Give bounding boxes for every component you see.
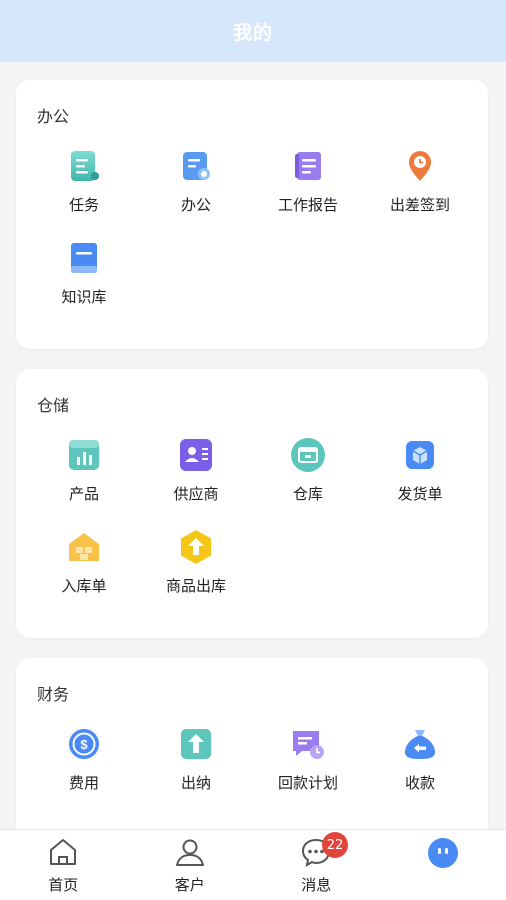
office-section: 办公 任务 办公 工作报告 出差签到 知识库 (16, 80, 488, 349)
finance-item-label: 费用 (68, 774, 99, 792)
office-section-title: 办公 (37, 107, 70, 126)
tab-label: 客户 (174, 876, 205, 894)
finance-item-collection[interactable]: 收款 (364, 726, 476, 818)
cashier-icon (178, 726, 214, 762)
office-item-task[interactable]: 任务 (28, 148, 140, 240)
finance-item-label: 回款计划 (277, 774, 338, 792)
finance-item-cashier[interactable]: 出纳 (140, 726, 252, 818)
product-chart-icon (66, 437, 102, 473)
office-item-knowledge-base[interactable]: 知识库 (28, 240, 140, 332)
office-doc-icon (178, 148, 214, 184)
storage-section: 仓储 产品 供应商 仓库 发货单 入库单 商品出库 (16, 369, 488, 638)
page-title: 我的 (232, 21, 273, 44)
storage-item-label: 入库单 (61, 577, 107, 595)
storage-item-label: 商品出库 (165, 577, 226, 595)
user-icon (174, 836, 206, 872)
office-item-label: 知识库 (61, 288, 107, 306)
storage-item-goods-outbound[interactable]: 商品出库 (140, 529, 252, 621)
finance-item-label: 出纳 (180, 774, 211, 792)
office-item-label: 出差签到 (389, 196, 450, 214)
finance-item-label: 收款 (404, 774, 435, 792)
office-item-label: 工作报告 (277, 196, 338, 214)
payment-plan-icon (290, 726, 326, 762)
storage-item-label: 产品 (68, 485, 99, 503)
knowledge-book-icon (66, 240, 102, 276)
task-icon (66, 148, 102, 184)
warehouse-icon (290, 437, 326, 473)
office-item-work-report[interactable]: 工作报告 (252, 148, 364, 240)
tab-customer[interactable]: 客户 (127, 830, 254, 900)
office-item-label: 办公 (180, 196, 211, 214)
office-item-label: 任务 (68, 196, 99, 214)
home-icon (47, 836, 79, 872)
outbound-arrow-icon (178, 529, 214, 565)
finance-section-title: 财务 (37, 685, 70, 704)
storage-item-product[interactable]: 产品 (28, 437, 140, 529)
storage-item-supplier[interactable]: 供应商 (140, 437, 252, 529)
storage-item-warehouse[interactable]: 仓库 (252, 437, 364, 529)
storage-item-label: 仓库 (292, 485, 323, 503)
tab-home[interactable]: 首页 (0, 830, 127, 900)
storage-section-title: 仓储 (37, 396, 70, 415)
delivery-box-icon (402, 437, 438, 473)
supplier-card-icon (178, 437, 214, 473)
dollar-coin-icon: $ (66, 726, 102, 762)
avatar-icon (426, 836, 460, 874)
tab-messages[interactable]: 22 消息 (253, 830, 380, 900)
bottom-tab-bar: 首页 客户 22 消息 (0, 829, 506, 900)
tab-label: 首页 (48, 876, 79, 894)
work-report-icon (290, 148, 326, 184)
tab-mine[interactable] (380, 830, 506, 900)
storage-item-label: 发货单 (397, 485, 443, 503)
location-clock-icon (402, 148, 438, 184)
office-item-office[interactable]: 办公 (140, 148, 252, 240)
finance-item-expense[interactable]: $ 费用 (28, 726, 140, 818)
money-bag-icon (402, 726, 438, 762)
office-item-trip-checkin[interactable]: 出差签到 (364, 148, 476, 240)
message-count-badge: 22 (322, 832, 348, 858)
storage-item-label: 供应商 (173, 485, 219, 503)
finance-item-payment-plan[interactable]: 回款计划 (252, 726, 364, 818)
storage-item-delivery-note[interactable]: 发货单 (364, 437, 476, 529)
inbound-house-icon (66, 529, 102, 565)
svg-text:$: $ (80, 737, 88, 752)
page-header: 我的 (0, 0, 506, 62)
tab-label: 消息 (301, 876, 332, 894)
storage-item-inbound-note[interactable]: 入库单 (28, 529, 140, 621)
